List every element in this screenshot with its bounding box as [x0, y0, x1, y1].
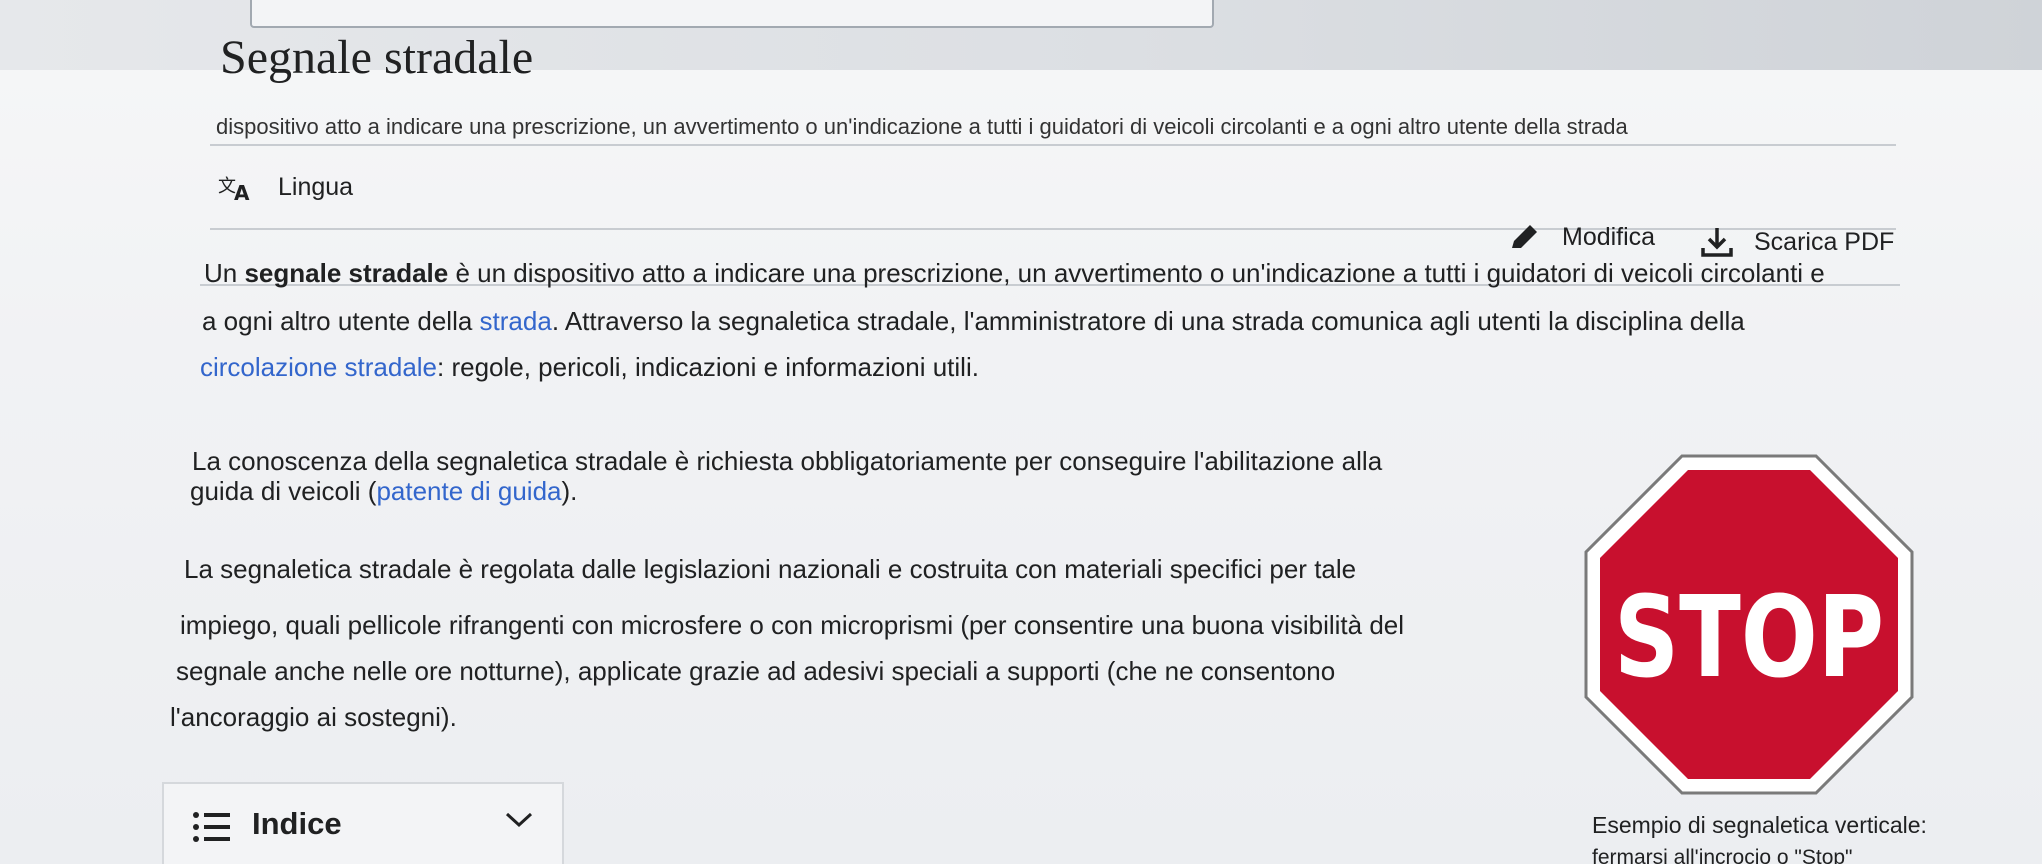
- text-run: ).: [561, 476, 578, 506]
- paragraph-line: l'ancoraggio ai sostegni).: [170, 702, 457, 732]
- page-title: Segnale stradale: [220, 31, 534, 84]
- paragraph-line: a ogni altro utente della strada. Attrav…: [202, 300, 1745, 342]
- figure-caption: Esempio di segnaletica verticale:: [1592, 812, 1927, 838]
- edit-label: Modifica: [1562, 222, 1656, 251]
- text-run: : regole, pericoli, indicazioni e inform…: [437, 352, 979, 382]
- text-run: Un: [204, 258, 245, 288]
- link-circolazione-stradale[interactable]: circolazione stradale: [200, 352, 437, 382]
- link-patente-di-guida[interactable]: patente di guida: [376, 476, 561, 506]
- language-button[interactable]: 文 A Lingua: [218, 172, 354, 203]
- paragraph-line: guida di veicoli (patente di guida).: [190, 470, 577, 512]
- link-strada[interactable]: strada: [480, 306, 552, 336]
- page: Segnale stradale dispositivo atto a indi…: [0, 0, 2042, 864]
- paragraph-line: circolazione stradale: regole, pericoli,…: [200, 346, 979, 388]
- paragraph-line: segnale anche nelle ore notturne), appli…: [176, 656, 1336, 686]
- figure-caption: fermarsi all'incrocio o "Stop": [1592, 846, 1853, 864]
- page-subtitle: dispositivo atto a indicare una prescriz…: [216, 114, 1628, 139]
- edit-button[interactable]: Modifica: [1508, 222, 1655, 252]
- paragraph-line: impiego, quali pellicole rifrangenti con…: [180, 610, 1405, 640]
- bold-term: segnale stradale: [244, 258, 449, 288]
- language-label: Lingua: [278, 172, 354, 201]
- toc-label: Indice: [252, 806, 342, 841]
- text-run: a ogni altro utente della: [202, 306, 480, 336]
- toc-box[interactable]: Indice: [162, 782, 564, 864]
- text-run: guida di veicoli (: [190, 476, 377, 506]
- paragraph-line: Un segnale stradale è un dispositivo att…: [204, 252, 1825, 294]
- text-run: . Attraverso la segnaletica stradale, l'…: [551, 306, 1745, 336]
- svg-text:A: A: [234, 181, 250, 202]
- stop-sign-image[interactable]: STOP: [1582, 452, 1916, 797]
- search-box[interactable]: [250, 0, 1214, 28]
- pencil-icon: [1512, 225, 1537, 248]
- paragraph-line: La segnaletica stradale è regolata dalle…: [184, 554, 1357, 584]
- chevron-down-icon[interactable]: [504, 810, 534, 830]
- stop-sign-text: STOP: [1614, 573, 1884, 703]
- divider: [210, 144, 1896, 146]
- list-icon: [193, 812, 230, 842]
- text-run: è un dispositivo atto a indicare una pre…: [448, 258, 1825, 288]
- translate-icon: 文 A: [218, 176, 250, 202]
